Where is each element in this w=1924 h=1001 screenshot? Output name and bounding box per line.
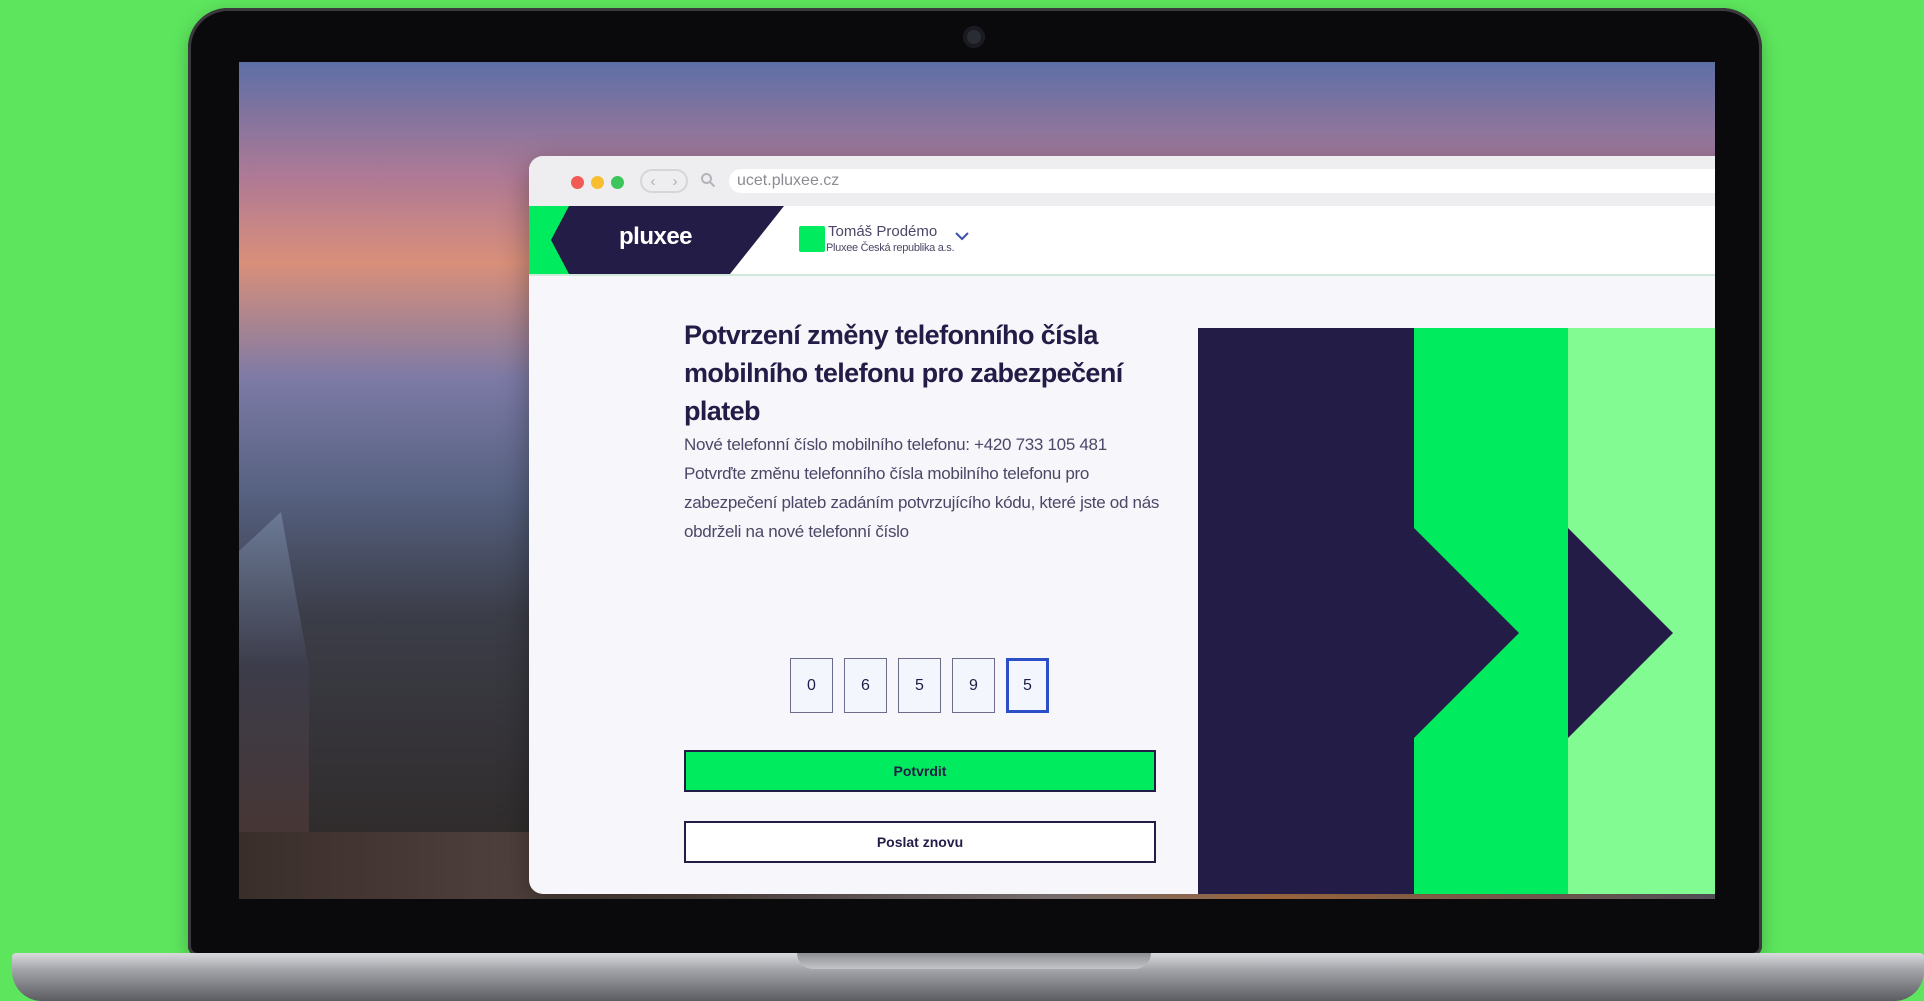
instructions-text: Potvrďte změnu telefonního čísla mobilní… (684, 464, 1160, 541)
code-digit-5[interactable] (1006, 658, 1049, 713)
forward-arrow-icon[interactable]: › (673, 174, 678, 189)
phone-number-text: Nové telefonní číslo mobilního telefonu:… (684, 435, 1107, 454)
logo-block[interactable]: pluxee (551, 206, 784, 274)
user-name: Tomáš Prodémo (828, 223, 938, 240)
user-company: Pluxee Česká republika a.s. (826, 242, 955, 254)
confirm-button[interactable]: Potvrdit (684, 750, 1156, 792)
resend-button[interactable]: Poslat znovu (684, 821, 1156, 863)
code-digit-4[interactable] (952, 658, 995, 713)
nav-buttons: ‹ › (640, 169, 688, 193)
address-bar[interactable]: ucet.pluxee.cz (729, 169, 1715, 193)
app-header: pluxee Tomáš Prodémo Pluxee Česká republ… (529, 206, 1715, 276)
code-digit-3[interactable] (898, 658, 941, 713)
laptop-screen: ‹ › ucet.pluxee.cz pluxee Tomáš Prodémo … (239, 62, 1715, 899)
browser-window: ‹ › ucet.pluxee.cz pluxee Tomáš Prodémo … (529, 156, 1715, 894)
brand-graphic (1198, 328, 1715, 894)
chevron-down-icon[interactable] (954, 230, 970, 242)
search-icon[interactable] (700, 172, 716, 188)
maximize-window-button[interactable] (611, 176, 624, 189)
description: Nové telefonní číslo mobilního telefonu:… (684, 430, 1164, 546)
camera-icon (963, 26, 985, 48)
code-digit-2[interactable] (844, 658, 887, 713)
logo-text: pluxee (619, 223, 693, 250)
laptop-base-notch (797, 953, 1151, 969)
code-input-row (790, 658, 1049, 713)
minimize-window-button[interactable] (591, 176, 604, 189)
back-arrow-icon[interactable]: ‹ (651, 174, 656, 189)
browser-toolbar: ‹ › ucet.pluxee.cz (529, 156, 1715, 206)
page-title: Potvrzení změny telefonního čísla mobiln… (684, 320, 1123, 426)
close-window-button[interactable] (571, 176, 584, 189)
code-digit-1[interactable] (790, 658, 833, 713)
user-avatar (799, 226, 825, 252)
